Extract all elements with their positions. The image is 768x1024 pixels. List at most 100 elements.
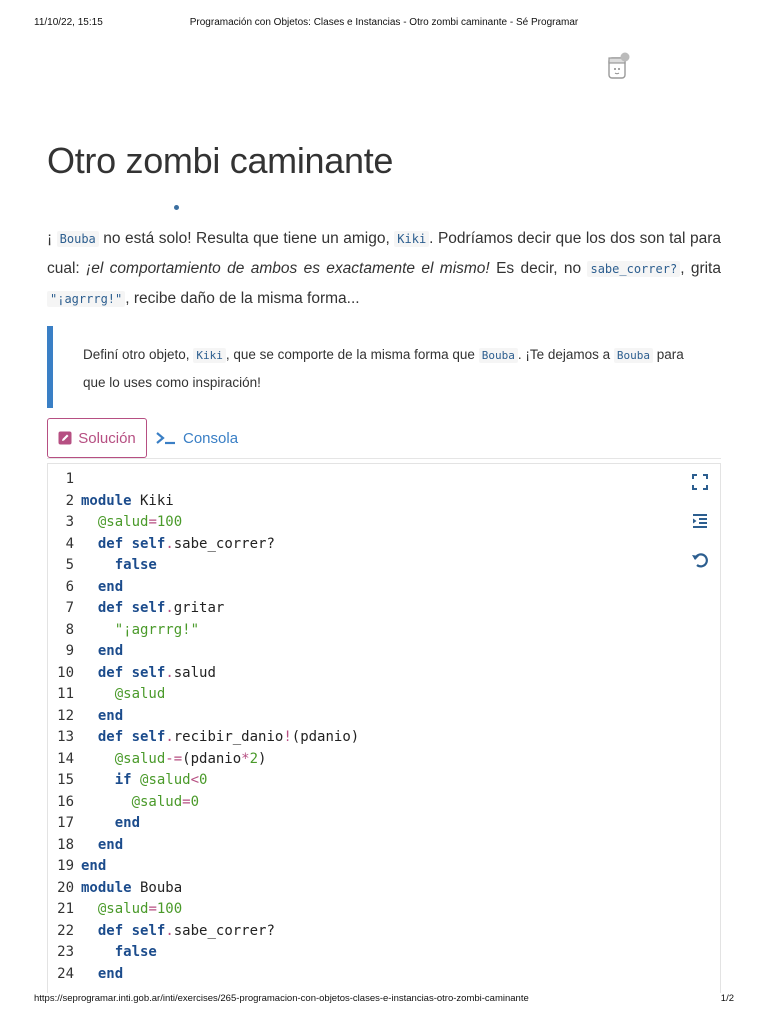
code-line[interactable]: 9 end (48, 641, 668, 663)
code-line[interactable]: 17 end (48, 813, 668, 835)
code-line[interactable]: 13 def self.recibir_danio!(pdanio) (48, 727, 668, 749)
code-line[interactable]: 2 module Kiki (48, 491, 668, 513)
code-token: self (131, 664, 166, 681)
code-token: recibir_danio (173, 729, 284, 745)
code-line[interactable]: 1 (48, 469, 668, 491)
code-token: = (148, 901, 157, 917)
code-token: 0 (199, 772, 208, 788)
code-token: false (114, 944, 157, 960)
code-text[interactable]: @salud=100 (81, 899, 182, 921)
code-editor[interactable]: 1 2 module Kiki 3 @salud=100 4 def self.sabe… (47, 463, 721, 993)
progress-dot[interactable] (174, 205, 179, 210)
code-token: self (131, 600, 166, 616)
code-token: def (97, 664, 124, 681)
code-text[interactable]: false (81, 942, 157, 964)
code-token: end (97, 578, 124, 595)
code-token: gritar (173, 600, 225, 616)
code-text[interactable]: @salud-=(pdanio*2) (81, 749, 267, 771)
editor-tabs: Solución Consola (47, 418, 721, 459)
code-token: . (165, 922, 174, 939)
tab-console[interactable]: Consola (155, 418, 238, 458)
line-number: 12 (57, 707, 74, 724)
code-line[interactable]: 14 @salud-=(pdanio*2) (48, 749, 668, 771)
code-line[interactable]: 12 end (48, 706, 668, 728)
code-text[interactable]: def self.salud (81, 663, 216, 685)
line-number: 22 (57, 922, 74, 939)
code-text[interactable]: def self.gritar (81, 598, 224, 620)
code-text[interactable]: end (81, 964, 123, 986)
code-line[interactable]: 22 def self.sabe_correr? (48, 921, 668, 943)
code-text[interactable]: def self.sabe_correr? (81, 534, 275, 556)
fullscreen-icon[interactable] (690, 472, 710, 492)
page-title: Otro zombi caminante (47, 140, 394, 181)
print-page-number: 1/2 (720, 993, 734, 1004)
code-line[interactable]: 7 def self.gritar (48, 598, 668, 620)
code-line[interactable]: 18 end (48, 835, 668, 857)
code-line[interactable]: 11 @salud (48, 684, 668, 706)
code-token: self (131, 729, 166, 745)
code-lines[interactable]: 1 2 module Kiki 3 @salud=100 4 def self.sabe… (48, 469, 668, 985)
line-number: 16 (57, 793, 74, 810)
code-text[interactable]: end (81, 856, 106, 878)
code-text[interactable]: def self.recibir_danio!(pdanio) (81, 727, 359, 749)
tab-solution[interactable]: Solución (47, 418, 147, 458)
code-text[interactable]: module Bouba (81, 878, 182, 900)
code-text[interactable]: end (81, 813, 140, 835)
code-line[interactable]: 24 end (48, 964, 668, 986)
code-line[interactable]: 19 end (48, 856, 668, 878)
code-text[interactable]: end (81, 577, 123, 599)
task-callout: Definí otro objeto, Kiki, que se comport… (47, 326, 721, 408)
code-text[interactable]: if @salud<0 (81, 770, 208, 792)
code-text[interactable]: @salud=0 (81, 792, 199, 814)
code-text[interactable]: def self.sabe_correr? (81, 921, 275, 943)
code-line[interactable]: 15 if @salud<0 (48, 770, 668, 792)
line-number: 5 (65, 557, 74, 573)
code-line[interactable]: 3 @salud=100 (48, 512, 668, 534)
code-line[interactable]: 8 "¡agrrrg!" (48, 620, 668, 642)
code-text[interactable]: module Kiki (81, 491, 174, 513)
code-line[interactable]: 6 end (48, 577, 668, 599)
code-token: def (97, 729, 124, 745)
code-line[interactable]: 10 def self.salud (48, 663, 668, 685)
code-text[interactable]: end (81, 835, 123, 857)
code-token: def (97, 535, 124, 552)
indent-icon[interactable] (690, 511, 710, 531)
line-number: 21 (57, 901, 74, 917)
code-token: ! (283, 729, 292, 745)
code-text[interactable]: "¡agrrrg!" (81, 620, 199, 642)
code-token: (pdanio) (291, 729, 360, 745)
code-text[interactable]: @salud=100 (81, 512, 182, 534)
code-text[interactable]: @salud (81, 684, 166, 706)
code-token: @salud (114, 686, 166, 702)
undo-icon[interactable] (690, 550, 710, 570)
code-token: self (131, 535, 166, 552)
code-line[interactable]: 4 def self.sabe_correr? (48, 534, 668, 556)
code-line[interactable]: 5 false (48, 555, 668, 577)
code-token: 100 (156, 901, 183, 917)
exercise-description: ¡ Bouba no está solo! Resulta que tiene … (47, 230, 721, 307)
code-line[interactable]: 20 module Bouba (48, 878, 668, 900)
code-text[interactable]: end (81, 641, 123, 663)
code-line[interactable]: 21 @salud=100 (48, 899, 668, 921)
code-token: self (131, 922, 166, 939)
code-text[interactable]: false (81, 555, 157, 577)
code-line[interactable]: 23 false (48, 942, 668, 964)
code-text[interactable]: end (81, 706, 123, 728)
code-token: ) (258, 750, 267, 767)
code-token: Kiki (131, 492, 174, 509)
line-number: 18 (57, 836, 74, 853)
line-number: 23 (57, 944, 74, 960)
code-line[interactable]: 16 @salud=0 (48, 792, 668, 814)
code-token: "¡agrrrg!" (114, 621, 200, 638)
